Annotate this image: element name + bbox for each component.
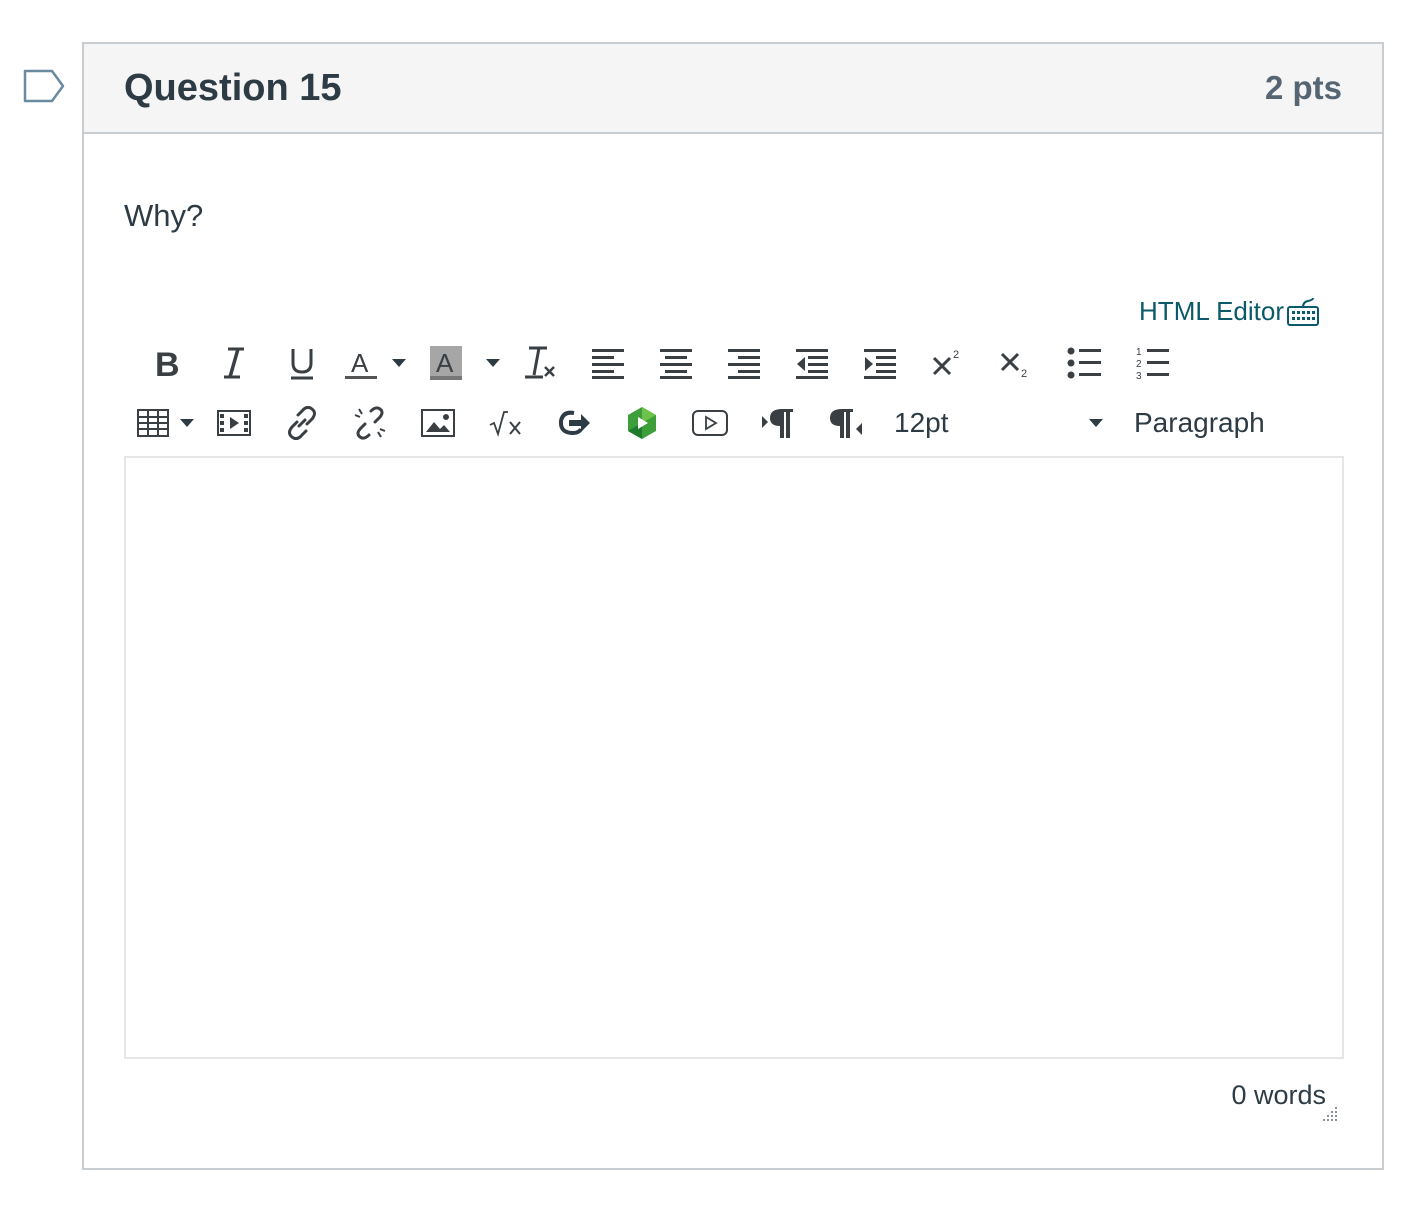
- html-editor-toggle[interactable]: HTML Editor: [1139, 294, 1320, 328]
- background-color-icon: A: [430, 346, 462, 380]
- subscript-button[interactable]: 2: [982, 338, 1050, 388]
- clear-formatting-button[interactable]: [506, 338, 574, 388]
- external-tools-icon: [558, 410, 590, 436]
- question-text: Why?: [124, 198, 204, 233]
- bold-button[interactable]: B: [132, 338, 200, 388]
- underline-icon: [291, 349, 313, 380]
- svg-text:1: 1: [1136, 347, 1142, 358]
- text-color-button[interactable]: A: [336, 338, 386, 388]
- align-right-icon: [728, 349, 760, 379]
- resize-handle-icon[interactable]: [1320, 1106, 1338, 1124]
- numbered-list-button[interactable]: 123: [1118, 338, 1186, 388]
- equation-button[interactable]: [472, 398, 540, 448]
- align-left-icon: [592, 349, 624, 379]
- indent-icon: [864, 349, 896, 379]
- align-center-icon: [660, 349, 692, 379]
- external-tools-button[interactable]: [540, 398, 608, 448]
- outdent-icon: [796, 349, 828, 379]
- html-editor-label: HTML Editor: [1139, 295, 1284, 326]
- unlink-icon: [354, 406, 386, 440]
- superscript-icon: 2: [932, 349, 959, 376]
- green-app-icon: [628, 407, 656, 439]
- background-color-button[interactable]: A: [412, 338, 480, 388]
- font-size-value: 12pt: [894, 407, 949, 438]
- rtl-paragraph-button[interactable]: [812, 398, 880, 448]
- svg-text:B: B: [155, 346, 180, 380]
- superscript-button[interactable]: 2: [914, 338, 982, 388]
- ltr-paragraph-icon: [762, 409, 793, 438]
- bold-icon: B: [155, 346, 180, 380]
- text-color-icon: A: [345, 348, 377, 379]
- block-format-select[interactable]: Paragraph: [1134, 398, 1265, 448]
- media-icon: [217, 410, 251, 436]
- flag-question-icon[interactable]: [22, 68, 66, 104]
- indent-button[interactable]: [846, 338, 914, 388]
- rtl-paragraph-icon: [830, 409, 862, 438]
- image-button[interactable]: [404, 398, 472, 448]
- ltr-paragraph-button[interactable]: [744, 398, 812, 448]
- svg-text:A: A: [351, 348, 369, 378]
- bullet-list-icon: [1067, 347, 1101, 379]
- green-app-button[interactable]: [608, 398, 676, 448]
- link-icon: [288, 406, 316, 440]
- toolbar-row-formatting: B A A 2 2 1 2 3: [132, 338, 1186, 388]
- align-left-button[interactable]: [574, 338, 642, 388]
- block-format-value: Paragraph: [1134, 407, 1265, 438]
- bullet-list-button[interactable]: [1050, 338, 1118, 388]
- question-card: Question 15 2 pts Why? HTML Editor B A A…: [82, 42, 1384, 1170]
- clear-formatting-icon: [525, 346, 555, 379]
- table-dropdown[interactable]: [174, 398, 200, 448]
- video-icon: [692, 410, 728, 436]
- equation-icon: [489, 411, 521, 437]
- link-button[interactable]: [268, 398, 336, 448]
- rich-text-editor[interactable]: [124, 456, 1344, 1059]
- media-button[interactable]: [200, 398, 268, 448]
- svg-text:A: A: [436, 348, 454, 378]
- question-header: Question 15 2 pts: [84, 44, 1382, 134]
- toolbar-row-insert: 12pt Paragraph: [132, 398, 1265, 448]
- caret-down-icon: [392, 359, 406, 367]
- italic-button[interactable]: [200, 338, 268, 388]
- table-button[interactable]: [132, 398, 174, 448]
- keyboard-icon: [1287, 298, 1319, 326]
- caret-down-icon: [486, 359, 500, 367]
- svg-text:2: 2: [1021, 368, 1027, 379]
- unlink-button[interactable]: [336, 398, 404, 448]
- question-title: Question 15: [124, 66, 342, 109]
- align-right-button[interactable]: [710, 338, 778, 388]
- table-icon: [137, 409, 169, 437]
- background-color-dropdown[interactable]: [480, 338, 506, 388]
- font-size-select[interactable]: 12pt: [894, 398, 1114, 448]
- caret-down-icon: [1089, 419, 1103, 427]
- caret-down-icon: [180, 419, 194, 427]
- word-count: 0 words: [1231, 1080, 1326, 1110]
- underline-button[interactable]: [268, 338, 336, 388]
- question-points: 2 pts: [1264, 69, 1342, 106]
- text-color-dropdown[interactable]: [386, 338, 412, 388]
- video-button[interactable]: [676, 398, 744, 448]
- svg-text:2: 2: [953, 349, 959, 361]
- svg-text:3: 3: [1136, 371, 1142, 380]
- subscript-icon: 2: [1000, 352, 1027, 379]
- image-icon: [421, 409, 455, 437]
- numbered-list-icon: 123: [1136, 347, 1169, 380]
- svg-text:2: 2: [1136, 359, 1142, 370]
- italic-icon: [224, 347, 244, 379]
- align-center-button[interactable]: [642, 338, 710, 388]
- outdent-button[interactable]: [778, 338, 846, 388]
